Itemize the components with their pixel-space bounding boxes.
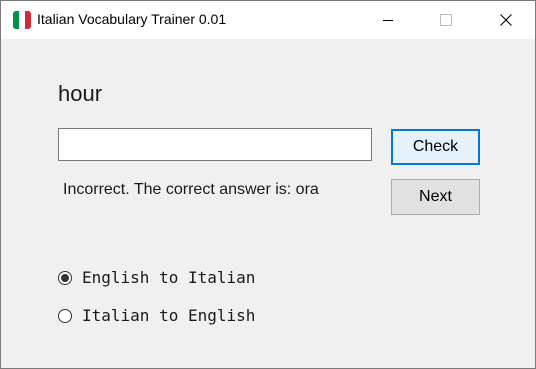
maximize-button[interactable] [417,1,475,39]
radio-english-to-italian[interactable]: English to Italian [58,268,255,287]
radio-label: Italian to English [82,306,256,325]
radio-button-checked[interactable] [58,270,72,285]
radio-selected-dot [61,273,69,282]
close-button[interactable] [477,1,535,39]
minimize-icon [383,20,393,21]
answer-input[interactable] [58,128,372,161]
minimize-button[interactable] [359,1,417,39]
app-window: Italian Vocabulary Trainer 0.01 hour Che… [0,0,536,369]
italian-flag-icon [13,11,31,29]
feedback-message: Incorrect. The correct answer is: ora [63,181,319,198]
title-bar[interactable]: Italian Vocabulary Trainer 0.01 [1,1,535,39]
check-button[interactable]: Check [391,129,480,165]
radio-italian-to-english[interactable]: Italian to English [58,306,255,325]
next-button[interactable]: Next [391,179,480,215]
vocabulary-word: hour [58,81,103,106]
window-title: Italian Vocabulary Trainer 0.01 [37,11,227,27]
radio-button-unchecked[interactable] [58,308,72,323]
close-icon [500,14,512,26]
maximize-icon [440,14,452,26]
radio-label: English to Italian [82,268,256,287]
